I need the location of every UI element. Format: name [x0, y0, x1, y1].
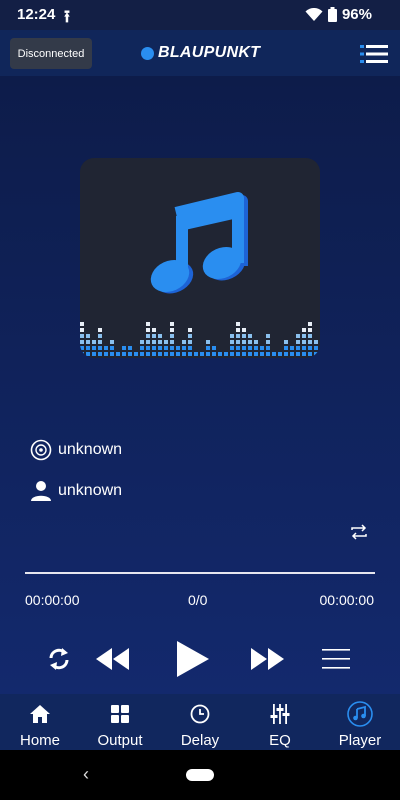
music-note-icon [347, 701, 373, 727]
tab-label-delay: Delay [180, 732, 220, 749]
track-counter: 0/0 [188, 592, 208, 608]
back-icon[interactable]: ‹ [83, 764, 89, 785]
shuffle-icon[interactable] [46, 646, 72, 672]
tab-output[interactable]: Output [80, 694, 160, 750]
artist-name: unknown [58, 482, 123, 499]
home-pill-icon[interactable] [186, 769, 214, 781]
connection-status-button[interactable]: Disconnected [10, 38, 92, 69]
album-name: unknown [58, 441, 123, 458]
album-art [80, 158, 320, 358]
disc-icon [30, 439, 52, 461]
tab-player[interactable]: Player [320, 694, 400, 750]
status-bar: 12:24 ⭱ 96% [0, 0, 400, 30]
tab-eq[interactable]: EQ [240, 694, 320, 750]
music-note-art-icon [80, 192, 318, 356]
app-header: Disconnected BLAUPUNKT [0, 30, 400, 76]
tab-label-output: Output [97, 732, 143, 749]
battery-icon [327, 7, 337, 22]
battery-level: 96% [341, 6, 372, 23]
tab-label-home: Home [19, 732, 60, 749]
clock-icon [190, 704, 210, 724]
brand-name: BLAUPUNKT [158, 44, 261, 61]
wifi-icon [305, 7, 323, 21]
tab-delay[interactable]: Delay [160, 694, 240, 750]
album-row: unknown [30, 439, 122, 461]
bottom-tab-bar: Home Output Delay EQ Player [0, 694, 400, 750]
upload-icon: ⭱ [64, 7, 70, 26]
person-icon [31, 481, 51, 501]
artist-row: unknown [30, 480, 122, 502]
elapsed-time: 00:00:00 [25, 592, 80, 608]
play-icon[interactable] [176, 640, 210, 678]
logo-dot-icon [141, 46, 154, 60]
menu-icon[interactable] [360, 44, 388, 64]
status-icons: 96% [305, 6, 372, 23]
system-nav-bar: ‹ [0, 750, 400, 800]
tab-home[interactable]: Home [0, 694, 80, 750]
tab-label-eq: EQ [269, 732, 291, 749]
grid-icon [111, 705, 129, 723]
repeat-mode-icon[interactable] [349, 524, 369, 540]
playlist-icon[interactable] [322, 648, 350, 670]
home-icon [30, 705, 50, 723]
brand-logo: BLAUPUNKT [141, 44, 260, 62]
fast-forward-icon[interactable] [249, 646, 285, 672]
rewind-icon[interactable] [95, 646, 131, 672]
sliders-icon [270, 704, 290, 724]
tab-label-player: Player [338, 732, 382, 749]
total-time: 00:00:00 [319, 592, 375, 608]
status-time: 12:24 [17, 6, 56, 23]
progress-bar[interactable] [25, 572, 375, 574]
